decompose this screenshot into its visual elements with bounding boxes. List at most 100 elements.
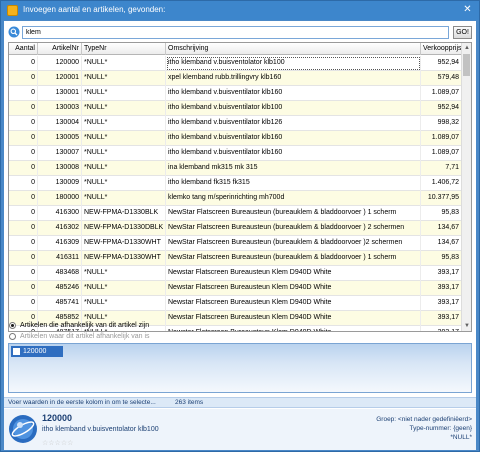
table-row[interactable]: 0 120001 *NULL* xpel klemband rubb.trilling… [9,71,462,86]
table-row[interactable]: 0 416302 NEW-FPMA-D1330DBLK NewStar Flatscr… [9,221,462,236]
cell-aantal[interactable]: 0 [9,131,38,146]
app-icon [7,5,18,16]
radio-depends-on-articles[interactable] [9,333,16,340]
cell-artikelnr: 120001 [38,71,82,86]
cell-aantal[interactable]: 0 [9,101,38,116]
cell-omschrijving: Newstar Flatscreen Bureausteun Klem D940… [166,326,421,331]
table-row[interactable]: 0 485246 *NULL* Newstar Flatscreen Bureaust… [9,281,462,296]
status-item-count: 263 items [175,399,204,406]
cell-verkoopprijs: 952,94 [421,101,462,116]
cell-verkoopprijs: 393,17 [421,311,462,326]
column-header-aantal[interactable]: Aantal [9,43,38,55]
info-description: itho klemband v.buisventolator klb100 [42,426,159,433]
table-row[interactable]: 0 483468 *NULL* Newstar Flatscreen Bureaust… [9,266,462,281]
table-row[interactable]: 0 130005 *NULL* itho klemband v.buisventila… [9,131,462,146]
related-article-item[interactable]: 120000 [11,346,63,357]
table-row[interactable]: 0 130001 *NULL* itho klemband v.buisventila… [9,86,462,101]
article-grid[interactable]: Aantal ArtikelNr TypeNr Omschrijving Ver… [8,42,472,332]
cell-aantal[interactable]: 0 [9,86,38,101]
cell-verkoopprijs: 10.377,95 [421,191,462,206]
scroll-thumb[interactable] [463,54,470,76]
cell-aantal[interactable]: 0 [9,146,38,161]
cell-artikelnr: 130001 [38,86,82,101]
info-type-number: Type-nummer: {geen} [409,425,472,432]
table-row[interactable]: 0 130003 *NULL* itho klemband v.buisventila… [9,101,462,116]
column-header-verkoopprijs[interactable]: Verkoopprijs [421,43,462,55]
cell-verkoopprijs: 1.089,07 [421,131,462,146]
cell-omschrijving: itho klemband fk315 fk315 [166,176,421,191]
table-row[interactable]: 0 180000 *NULL* klemko tang m/sperinrichtin… [9,191,462,206]
cell-artikelnr: 416302 [38,221,82,236]
cell-typenr: NEW-FPMA-D1330BLK [82,206,166,221]
cell-artikelnr: 130009 [38,176,82,191]
cell-aantal[interactable]: 0 [9,161,38,176]
product-icon [9,415,37,443]
cell-aantal[interactable]: 0 [9,206,38,221]
radio-dependent-articles[interactable] [9,322,16,329]
cell-artikelnr: 485741 [38,296,82,311]
table-row[interactable]: 0 120000 *NULL* itho klemband v.buisventola… [9,56,462,71]
cell-omschrijving: Newstar Flatscreen Bureausteun Klem D940… [166,266,421,281]
table-row[interactable]: 0 416311 NEW-FPMA-D1330WHT NewStar Flatscre… [9,251,462,266]
cell-verkoopprijs: 95,83 [421,206,462,221]
cell-typenr: *NULL* [82,281,166,296]
cell-verkoopprijs: 998,32 [421,116,462,131]
table-row[interactable]: 0 416309 NEW-FPMA-D1330WHT NewStar Flatscre… [9,236,462,251]
cell-typenr: *NULL* [82,266,166,281]
cell-artikelnr: 130005 [38,131,82,146]
cell-omschrijving: itho klemband v.buisventilator klb160 [166,146,421,161]
status-hint: Voer waarden in de eerste kolom in om te… [8,399,156,406]
column-header-artikelnr[interactable]: ArtikelNr [38,43,82,55]
cell-aantal[interactable]: 0 [9,251,38,266]
cell-typenr: *NULL* [82,116,166,131]
cell-verkoopprijs: 393,17 [421,296,462,311]
cell-aantal[interactable]: 0 [9,176,38,191]
cell-aantal[interactable]: 0 [9,71,38,86]
cell-aantal[interactable]: 0 [9,281,38,296]
table-row[interactable]: 0 130007 *NULL* itho klemband v.buisventila… [9,146,462,161]
table-row[interactable]: 0 130008 *NULL* ina klemband mk315 mk 315 7,… [9,161,462,176]
cell-typenr: *NULL* [82,146,166,161]
cell-aantal[interactable]: 0 [9,266,38,281]
cell-aantal[interactable]: 0 [9,236,38,251]
cell-verkoopprijs: 1.089,07 [421,86,462,101]
scroll-up-icon[interactable]: ▲ [462,43,471,53]
table-row[interactable]: 0 130004 *NULL* itho klemband v.buisventila… [9,116,462,131]
rating-stars[interactable]: ☆☆☆☆☆ [42,439,73,447]
cell-verkoopprijs: 1.089,07 [421,146,462,161]
search-icon [8,26,20,38]
cell-aantal[interactable]: 0 [9,116,38,131]
cell-aantal[interactable]: 0 [9,56,38,71]
cell-typenr: *NULL* [82,71,166,86]
table-row[interactable]: 0 416300 NEW-FPMA-D1330BLK NewStar Flatscre… [9,206,462,221]
cell-aantal[interactable]: 0 [9,296,38,311]
go-button[interactable]: GO! [453,26,472,39]
status-bar: Voer waarden in de eerste kolom in om te… [4,397,476,408]
vertical-scrollbar[interactable]: ▲ ▼ [461,43,471,331]
cell-verkoopprijs: 393,17 [421,281,462,296]
scroll-down-icon[interactable]: ▼ [462,321,471,331]
cell-artikelnr: 120000 [38,56,82,71]
cell-artikelnr: 416300 [38,206,82,221]
cell-typenr: *NULL* [82,296,166,311]
cell-aantal[interactable]: 0 [9,221,38,236]
related-article-checkbox[interactable] [13,348,20,355]
cell-verkoopprijs: 95,83 [421,251,462,266]
cell-omschrijving: xpel klemband rubb.trillingvry klb160 [166,71,421,86]
cell-artikelnr: 180000 [38,191,82,206]
cell-omschrijving: itho klemband v.buisventilator klb160 [166,131,421,146]
cell-typenr: *NULL* [82,131,166,146]
column-header-typenr[interactable]: TypeNr [82,43,166,55]
table-row[interactable]: 0 485741 *NULL* Newstar Flatscreen Bureaust… [9,296,462,311]
cell-typenr: NEW-FPMA-D1330WHT [82,236,166,251]
search-input[interactable] [22,26,449,39]
window-title: Invoegen aantal en artikelen, gevonden: [23,5,166,14]
cell-aantal[interactable]: 0 [9,191,38,206]
column-header-omschrijving[interactable]: Omschrijving [166,43,421,55]
cell-artikelnr: 416309 [38,236,82,251]
cell-omschrijving: NewStar Flatscreen Bureausteun (bureaukl… [166,236,421,251]
table-row[interactable]: 0 130009 *NULL* itho klemband fk315 fk315 1.… [9,176,462,191]
title-bar[interactable]: Invoegen aantal en artikelen, gevonden: … [1,1,479,20]
cell-artikelnr: 130004 [38,116,82,131]
close-icon[interactable]: ✕ [462,4,473,15]
